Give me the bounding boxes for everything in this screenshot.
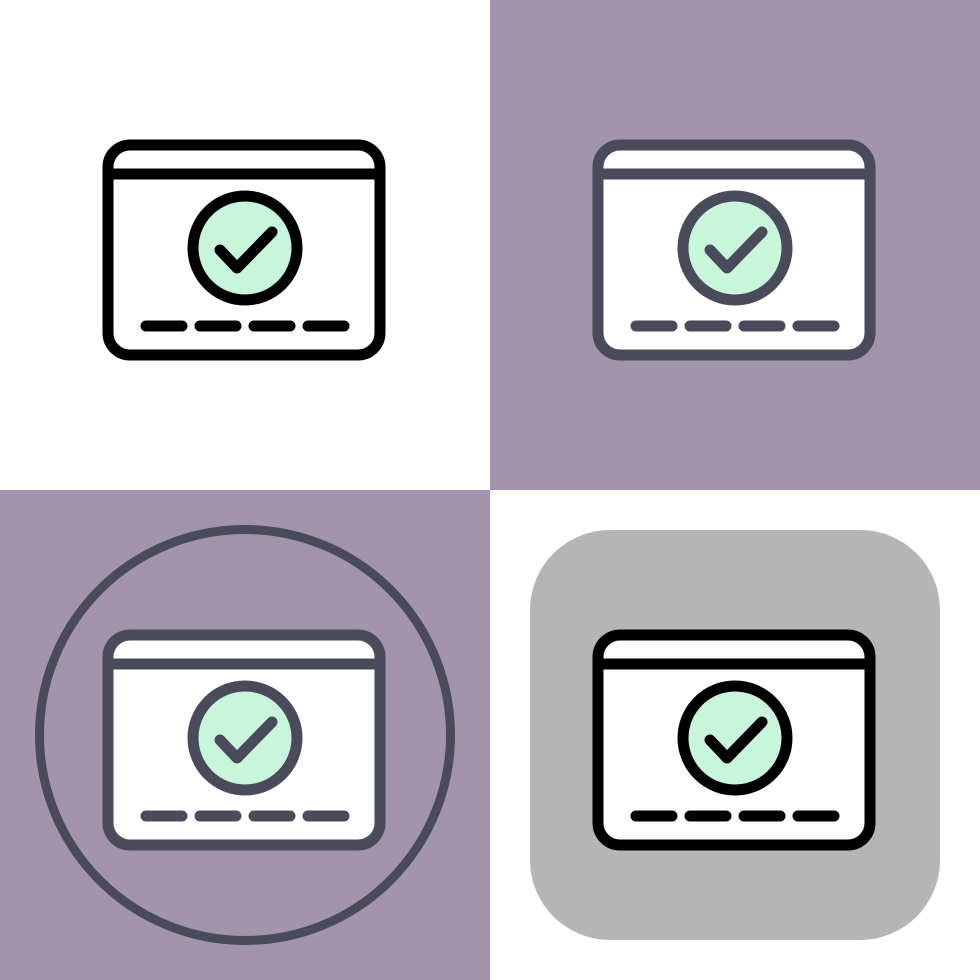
variant-tile-top-right	[490, 0, 980, 490]
variant-tile-top-left	[0, 0, 490, 490]
variant-tile-bottom-right	[490, 490, 980, 980]
check-circle	[677, 680, 793, 796]
check-circle	[187, 190, 303, 306]
verified-card-icon	[102, 139, 386, 361]
icon-variant-grid	[0, 0, 980, 980]
verified-card-icon	[102, 629, 386, 851]
verified-card-icon	[592, 139, 876, 361]
verified-card-icon	[592, 629, 876, 851]
check-circle	[677, 190, 793, 306]
check-circle	[187, 680, 303, 796]
variant-tile-bottom-left	[0, 490, 490, 980]
